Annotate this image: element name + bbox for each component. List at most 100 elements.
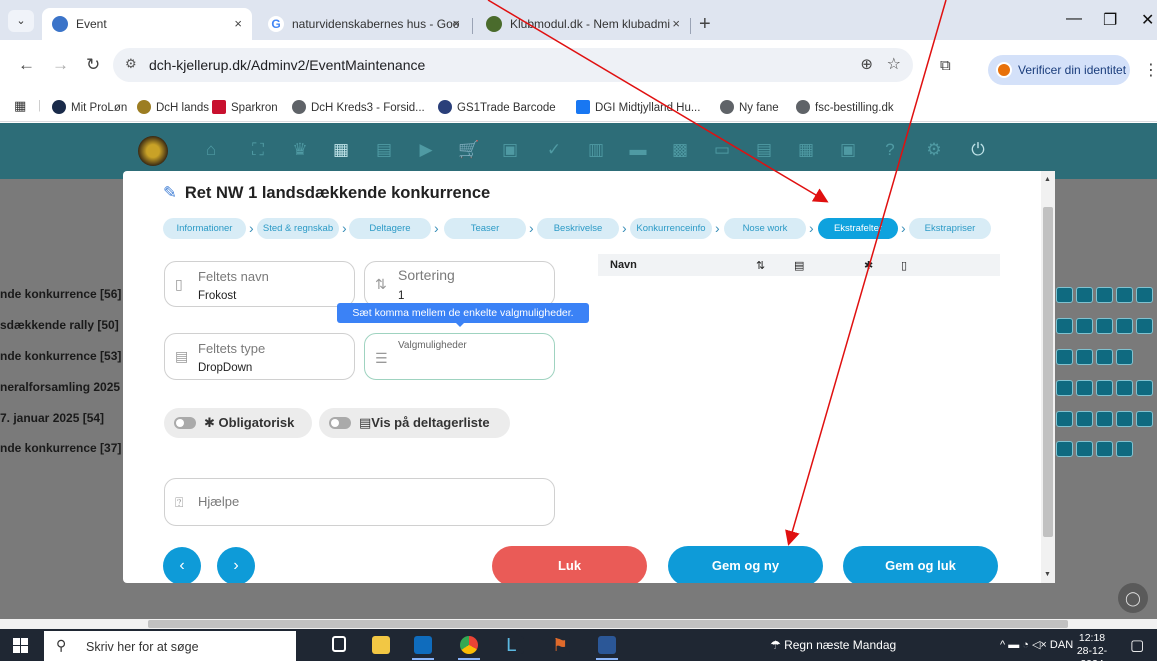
windows-start-icon[interactable]	[13, 638, 28, 653]
help-icon[interactable]: ?	[880, 140, 900, 160]
logout-power-icon[interactable]: ⏻	[968, 140, 988, 160]
schedule-icon[interactable]: ▥	[586, 140, 606, 160]
modal-scrollbar[interactable]: ▲ ▼	[1041, 171, 1055, 583]
verify-identity-button[interactable]: Verificer din identitet	[988, 55, 1130, 85]
step-informationer[interactable]: Informationer	[163, 218, 246, 239]
outlook-icon[interactable]	[412, 636, 434, 660]
taskbar-clock[interactable]: 12:18 28-12-2024	[1066, 632, 1118, 661]
step-sted-regnskab[interactable]: Sted & regnskab	[257, 218, 339, 239]
apps-grid-icon[interactable]: ▦	[14, 98, 26, 114]
system-tray[interactable]: ^ ▬ ◔ ◁× DAN	[1000, 638, 1073, 651]
bookmark-dch-kreds3[interactable]: DcH Kreds3 - Forsid...	[292, 100, 425, 114]
field-value[interactable]: Frokost	[198, 290, 236, 302]
app-icon[interactable]: ᒪ	[506, 636, 524, 654]
bookmark-sparkron[interactable]: Sparkron	[212, 100, 278, 114]
step-ekstrafelter[interactable]: Ekstrafelter	[818, 218, 898, 239]
bookmark-ny-fane[interactable]: Ny fane	[720, 100, 779, 114]
chat-bubble-icon[interactable]: ◯	[1118, 583, 1148, 613]
step-nose-work[interactable]: Nose work	[724, 218, 806, 239]
horizontal-scrollbar[interactable]	[0, 619, 1157, 629]
edit-event-modal: ✎ Ret NW 1 landsdækkende konkurrence Info…	[123, 171, 1055, 583]
toggle-switch[interactable]	[174, 417, 196, 429]
step-konkurrenceinfo[interactable]: Konkurrenceinfo	[630, 218, 712, 239]
tab-search-button[interactable]: ⌄	[8, 10, 34, 32]
calculator-icon[interactable]: ▦	[796, 140, 816, 160]
next-step-button[interactable]: ›	[217, 547, 255, 583]
field-type-select[interactable]: ▤ Feltets type DropDown	[164, 333, 355, 380]
show-on-list-toggle[interactable]: ▤Vis på deltagerliste	[319, 408, 510, 438]
zoom-icon[interactable]: ⊕	[860, 55, 873, 73]
browser-tab-klubmodul[interactable]: Klubmodul.dk - Nem klubadmi ×	[476, 8, 690, 40]
forward-arrow-icon[interactable]: →	[52, 55, 69, 75]
step-ekstrapriser[interactable]: Ekstrapriser	[909, 218, 991, 239]
field-name-input[interactable]: ▯ Feltets navn Frokost	[164, 261, 355, 307]
dogs-icon[interactable]: ▩	[670, 140, 690, 160]
members-icon[interactable]: ♛	[290, 140, 310, 160]
minimize-window-icon[interactable]: —	[1066, 10, 1082, 28]
save-and-new-button[interactable]: Gem og ny	[668, 546, 823, 583]
type-column-icon: ▤	[794, 260, 805, 272]
monitor-icon[interactable]: ▭	[712, 140, 732, 160]
check-icon[interactable]: ✓	[544, 140, 564, 160]
reload-icon[interactable]: ↻	[86, 55, 100, 75]
bookmark-mit-prolon[interactable]: Mit ProLøn	[52, 100, 127, 114]
browser-tab-google[interactable]: G naturvidenskabernes hus - Goo ×	[258, 8, 470, 40]
step-teaser[interactable]: Teaser	[444, 218, 526, 239]
url-bar[interactable]: ⚙ dch-kjellerup.dk/Adminv2/EventMaintena…	[113, 48, 913, 82]
scroll-thumb[interactable]	[1043, 207, 1053, 537]
notifications-icon[interactable]: ▢	[1130, 636, 1144, 654]
bookmark-star-icon[interactable]: ☆	[887, 54, 901, 74]
back-arrow-icon[interactable]: ←	[18, 55, 35, 75]
flag-app-icon[interactable]: ⚑	[552, 636, 570, 654]
close-tab-icon[interactable]: ×	[452, 8, 460, 40]
club-logo[interactable]	[138, 136, 168, 166]
taskbar-search[interactable]: ⚲ Skriv her for at søge	[44, 631, 296, 661]
bookmark-gs1trade[interactable]: GS1Trade Barcode	[438, 100, 556, 114]
task-view-icon[interactable]	[332, 636, 346, 652]
weather-widget[interactable]: ☂ Regn næste Mandag	[770, 638, 896, 652]
scroll-up-icon[interactable]: ▲	[1044, 176, 1051, 183]
step-beskrivelse[interactable]: Beskrivelse	[537, 218, 619, 239]
previous-step-button[interactable]: ‹	[163, 547, 201, 583]
row-actions	[1056, 318, 1153, 334]
field-value[interactable]: 1	[398, 290, 404, 302]
qr-scan-icon[interactable]: ⛶	[248, 140, 268, 160]
required-toggle[interactable]: ✱ Obligatorisk	[164, 408, 312, 438]
step-deltagere[interactable]: Deltagere	[349, 218, 431, 239]
word-icon[interactable]	[596, 636, 618, 660]
image-icon[interactable]: ▣	[838, 140, 858, 160]
close-window-icon[interactable]: ✕	[1141, 10, 1154, 30]
browser-tab-event[interactable]: Event ×	[42, 8, 252, 40]
video-icon[interactable]: ▶	[416, 140, 436, 160]
bookmark-dgi[interactable]: DGI Midtjylland Hu...	[576, 100, 700, 114]
scroll-down-icon[interactable]: ▼	[1044, 571, 1051, 578]
bookmark-fsc[interactable]: fsc-bestilling.dk	[796, 100, 894, 114]
toggle-switch[interactable]	[329, 417, 351, 429]
events-icon[interactable]: ▦	[331, 140, 351, 160]
save-and-close-button[interactable]: Gem og luk	[843, 546, 998, 583]
settings-gears-icon[interactable]: ⚙	[924, 140, 944, 160]
restore-window-icon[interactable]: ❐	[1103, 10, 1117, 30]
shop-cart-icon[interactable]: 🛒	[458, 140, 479, 160]
sort-order-input[interactable]: ⇅ Sortering 1	[364, 261, 555, 307]
bookmark-dch-lands[interactable]: DcH lands	[137, 100, 209, 114]
card-icon[interactable]: ▬	[628, 140, 648, 160]
document-icon[interactable]: ▣	[500, 140, 520, 160]
close-tab-icon[interactable]: ×	[234, 8, 242, 40]
home-icon[interactable]: ⌂	[201, 140, 221, 160]
chrome-icon[interactable]	[458, 636, 480, 660]
file-explorer-icon[interactable]	[372, 636, 390, 654]
close-tab-icon[interactable]: ×	[672, 8, 680, 40]
field-value[interactable]: DropDown	[198, 362, 252, 374]
bookmark-favicon-icon	[720, 100, 734, 114]
browser-menu-icon[interactable]: ⋮	[1143, 60, 1157, 80]
url-text[interactable]: dch-kjellerup.dk/Adminv2/EventMaintenanc…	[149, 57, 425, 73]
extensions-icon[interactable]: ⧉	[940, 57, 951, 74]
options-input[interactable]: ☰ Valgmuligheder	[364, 333, 555, 380]
calendar-icon[interactable]: ▤	[374, 140, 394, 160]
site-info-icon[interactable]: ⚙	[125, 56, 137, 72]
new-tab-button[interactable]: +	[699, 8, 711, 40]
help-input[interactable]: ⍰ Hjælpe	[164, 478, 555, 526]
stats-icon[interactable]: ▤	[754, 140, 774, 160]
close-button[interactable]: Luk	[492, 546, 647, 583]
